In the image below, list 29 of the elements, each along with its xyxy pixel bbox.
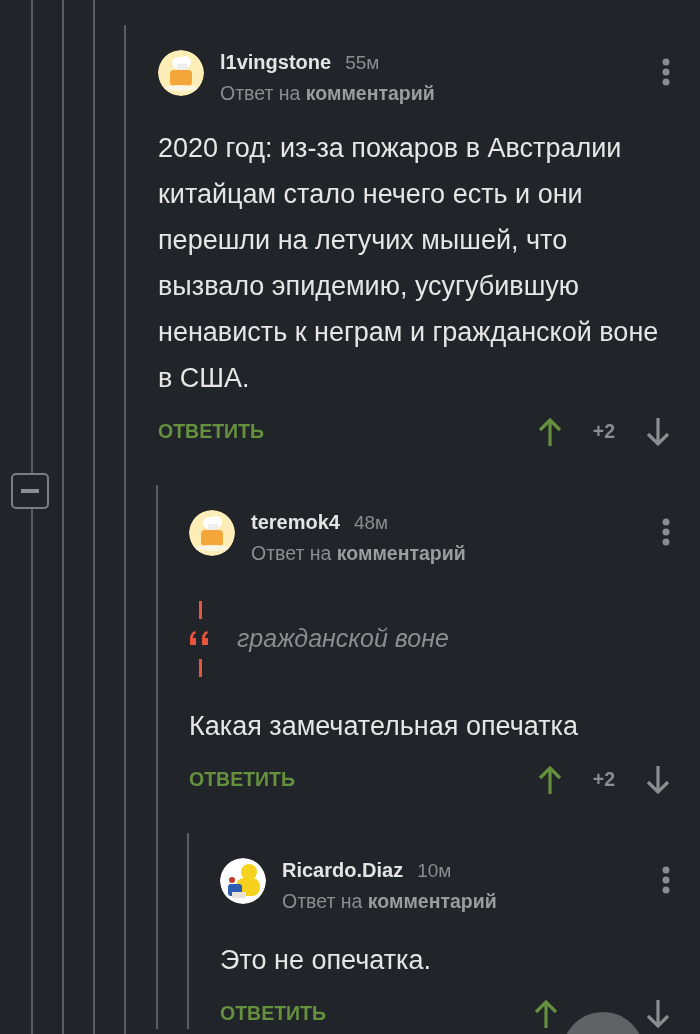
reply-info: Ответ на комментарий	[251, 541, 467, 565]
minus-icon	[21, 489, 39, 493]
upvote-icon[interactable]	[537, 765, 562, 795]
comment-text: Какая замечательная опечатка	[189, 710, 579, 743]
author-name[interactable]: teremok4	[251, 510, 340, 534]
more-options-icon[interactable]	[662, 518, 670, 546]
reply-link[interactable]: ОТВЕТИТЬ	[189, 765, 296, 795]
author-name[interactable]: Ricardo.Diaz	[282, 858, 404, 882]
rating-count: +2	[592, 767, 615, 793]
downvote-icon[interactable]	[646, 999, 670, 1029]
reply-info: Ответ на комментарий	[220, 81, 436, 105]
upvote-icon[interactable]	[534, 999, 558, 1029]
downvote-icon[interactable]	[646, 765, 670, 795]
comment-text: Это не опечатка.	[220, 944, 432, 977]
more-options-icon[interactable]	[662, 866, 670, 894]
comment-time: 55м	[345, 51, 380, 75]
reply-info: Ответ на комментарий	[282, 889, 498, 913]
reply-link[interactable]: ОТВЕТИТЬ	[158, 417, 265, 447]
quote-text: гражданской воне	[237, 623, 449, 655]
reply-link[interactable]: ОТВЕТИТЬ	[220, 999, 327, 1029]
rating-count: +2	[592, 419, 615, 445]
more-options-icon[interactable]	[662, 58, 670, 86]
author-name[interactable]: l1vingstone	[220, 50, 332, 74]
comment-time: 48м	[353, 511, 389, 535]
comment-text: 2020 год: из-за пожаров в Австралии китайцам стало нечего есть и они перешли на летучих мышей, что вызвало эпидемию, усугубившую ненависть к неграм и гражданской воне в США.	[158, 132, 660, 395]
downvote-icon[interactable]	[646, 417, 670, 447]
collapse-button[interactable]	[11, 473, 49, 509]
upvote-icon[interactable]	[537, 417, 562, 447]
comment-time: 10м	[417, 859, 452, 883]
